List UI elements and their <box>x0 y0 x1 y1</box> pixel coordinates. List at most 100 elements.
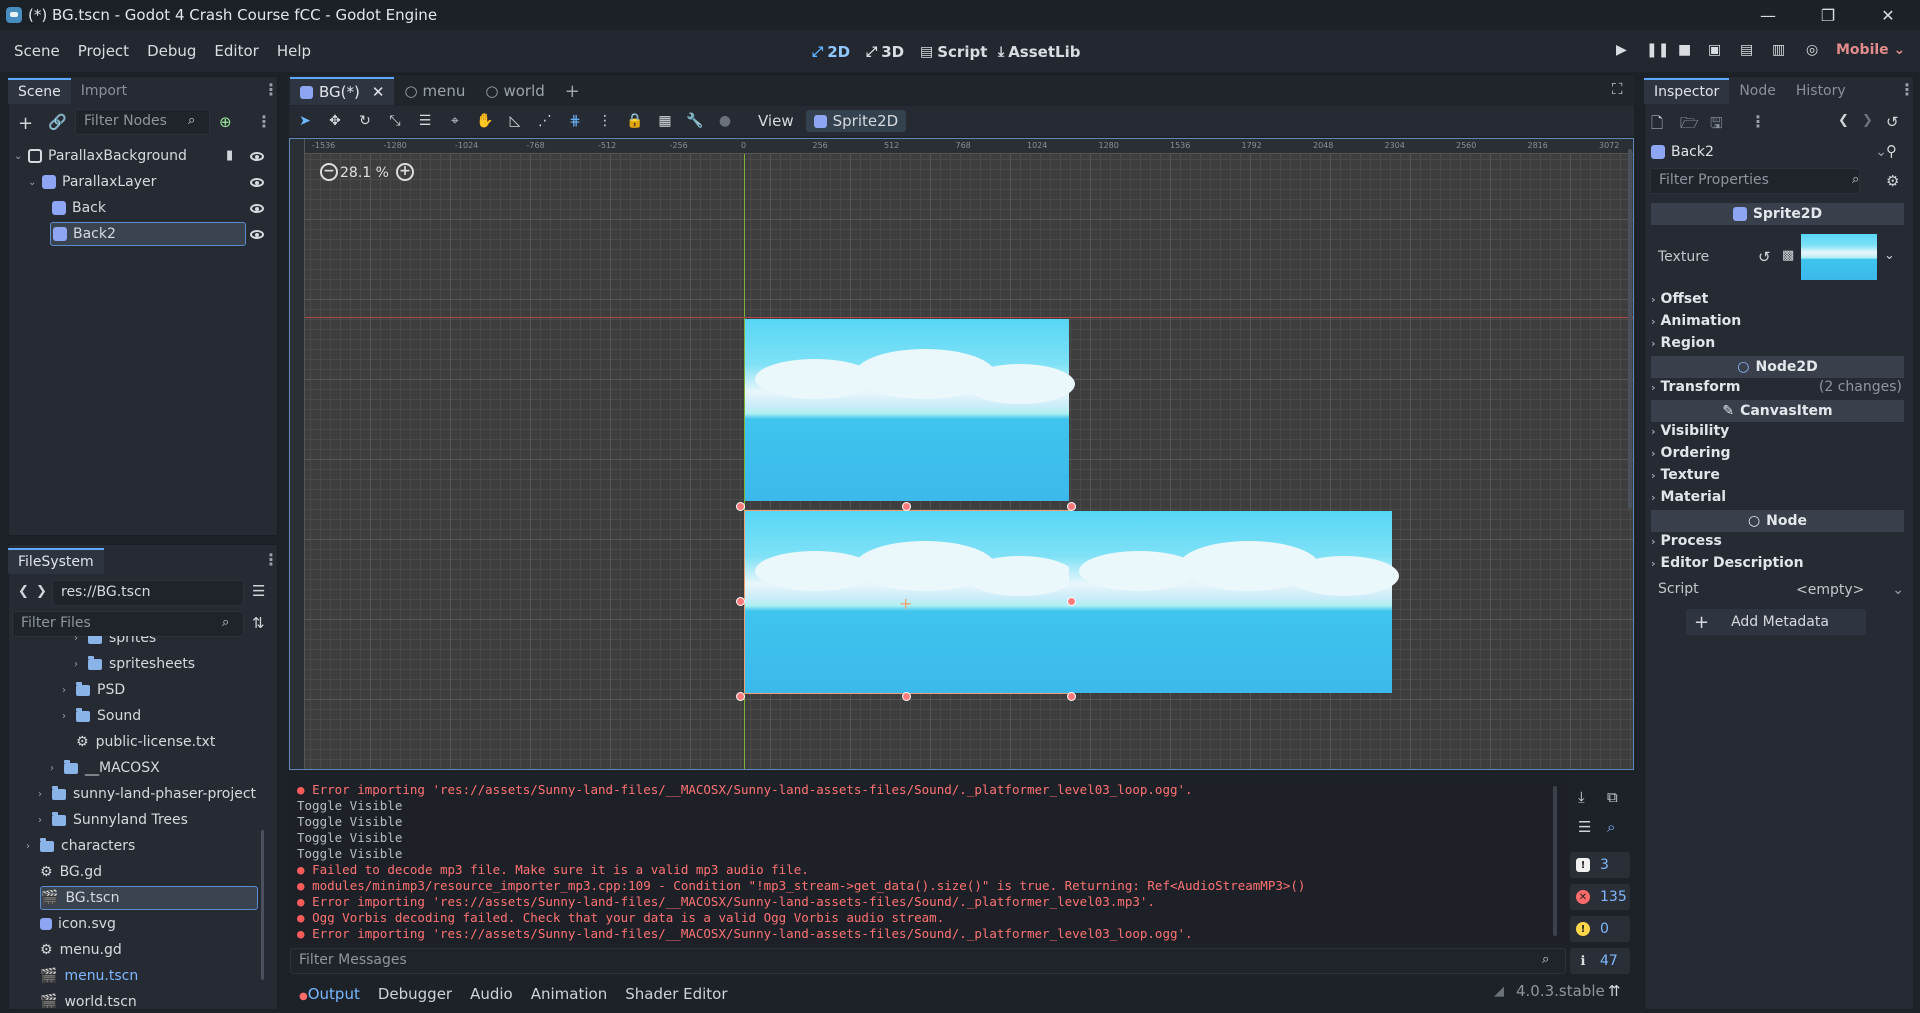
add-scene-tab-icon[interactable]: + <box>555 77 590 105</box>
tab-history[interactable]: History <box>1786 78 1856 104</box>
select-mode-icon[interactable]: ➤ <box>290 113 320 129</box>
new-resource-icon[interactable]: 🗋 <box>1651 113 1663 138</box>
fs-folder-sprites[interactable]: › sprites <box>74 636 156 650</box>
scene-tree-menu-icon[interactable]: ⋮ <box>256 112 272 131</box>
scene-tab-world[interactable]: ○ world <box>475 77 554 105</box>
play-scene-icon[interactable]: ▤ <box>1740 42 1753 58</box>
script-value-picker[interactable]: <empty> ⌄ <box>1796 578 1904 602</box>
fs-file-public-license[interactable]: ⚙ public-license.txt <box>76 730 215 754</box>
remote-debug-icon[interactable]: ▣ <box>1708 42 1721 58</box>
resize-handle[interactable] <box>736 597 745 606</box>
snap-options-icon[interactable]: ⋮ <box>590 113 620 129</box>
instance-scene-icon[interactable]: ⊕ <box>219 113 232 131</box>
minimize-button[interactable]: — <box>1740 0 1796 30</box>
object-options-icon[interactable]: ⚲ <box>1886 142 1897 160</box>
menu-scene[interactable]: Scene <box>5 42 69 60</box>
tab-scene[interactable]: Scene <box>8 78 71 104</box>
workspace-assetlib-button[interactable]: ⤓ AssetLib <box>998 36 1080 68</box>
filter-messages-input[interactable]: Filter Messages <box>290 948 1566 974</box>
scale-mode-icon[interactable]: ⤡ <box>380 113 410 129</box>
fs-file-menu-gd[interactable]: ⚙ menu.gd <box>40 938 122 962</box>
revert-icon[interactable]: ↺ <box>1758 248 1771 266</box>
toggle-split-icon[interactable]: ☰ <box>252 582 265 600</box>
tab-filesystem[interactable]: FileSystem <box>8 548 104 574</box>
back-icon[interactable]: ❮ <box>18 584 29 599</box>
tab-audio[interactable]: Audio <box>461 985 522 1003</box>
visibility-eye-icon[interactable] <box>250 178 264 187</box>
resize-handle[interactable] <box>1067 597 1076 606</box>
section-region[interactable]: › Region <box>1651 335 1715 351</box>
tab-node[interactable]: Node <box>1729 78 1786 104</box>
search-output-icon[interactable]: ⌕ <box>1607 818 1615 836</box>
camera-icon[interactable]: ● <box>710 113 740 129</box>
link-icon[interactable]: 🔗 <box>48 113 67 131</box>
zoom-out-icon[interactable]: − <box>320 163 338 181</box>
tree-node-parallaxlayer[interactable]: ⌄ ParallaxLayer <box>28 170 268 194</box>
resource-menu-icon[interactable]: ⋮ <box>1750 112 1766 131</box>
visibility-eye-icon[interactable] <box>250 152 264 161</box>
movie-maker-icon[interactable]: ◎ <box>1806 42 1818 58</box>
distraction-free-icon[interactable]: ⛶ <box>1612 80 1623 98</box>
workspace-script-button[interactable]: ▤ Script <box>920 36 987 68</box>
resize-handle[interactable] <box>1067 502 1076 511</box>
viewport-scrollbar[interactable] <box>1628 149 1632 509</box>
view-menu[interactable]: View <box>750 112 802 130</box>
fs-folder-psd[interactable]: › PSD <box>62 678 125 702</box>
canvas-viewport[interactable]: -1536 -1280 -1024 -768 -512 -256 0 256 512 768 102… <box>289 138 1634 770</box>
script-attached-icon[interactable]: ▮ <box>226 148 233 163</box>
chevron-down-icon[interactable]: ⌄ <box>1884 248 1895 263</box>
tab-debugger[interactable]: Debugger <box>369 985 461 1003</box>
scene-tab-menu[interactable]: ○ menu <box>394 77 475 105</box>
tab-output[interactable]: ●Output <box>290 985 369 1003</box>
scene-tab-bg[interactable]: BG(*) ✕ <box>290 77 395 105</box>
pause-icon[interactable]: ❚❚ <box>1646 42 1669 58</box>
fs-folder-macosx[interactable]: › __MACOSX <box>50 756 160 780</box>
output-scrollbar[interactable] <box>1553 786 1557 936</box>
fs-file-menu-tscn[interactable]: 🎬 menu.tscn <box>40 964 138 988</box>
group-icon[interactable]: ▦ <box>650 113 680 129</box>
resize-handle[interactable] <box>736 502 745 511</box>
section-visibility[interactable]: › Visibility <box>1651 423 1729 439</box>
copy-output-icon[interactable]: ⧉ <box>1607 788 1618 806</box>
history-forward-icon[interactable]: ❯ <box>1862 113 1873 128</box>
tab-animation[interactable]: Animation <box>522 985 616 1003</box>
ruler-icon[interactable]: ◺ <box>500 113 530 129</box>
section-offset[interactable]: › Offset <box>1651 291 1708 307</box>
resize-handle[interactable] <box>1067 692 1076 701</box>
tab-import[interactable]: Import <box>71 78 137 104</box>
section-transform[interactable]: › Transform (2 changes) <box>1651 379 1904 395</box>
fs-file-world-tscn[interactable]: 🎬 world.tscn <box>40 990 137 1008</box>
play-custom-scene-icon[interactable]: ▥ <box>1772 42 1785 58</box>
filter-files-input[interactable]: Filter Files <box>12 611 244 637</box>
section-material[interactable]: › Material <box>1651 489 1726 505</box>
filesystem-menu-icon[interactable]: ⋮ <box>263 550 279 569</box>
error-group-counter[interactable]: ! 3 <box>1570 852 1630 878</box>
section-editor-description[interactable]: › Editor Description <box>1651 555 1804 571</box>
tree-node-parallaxbackground[interactable]: ⌄ ParallaxBackground <box>14 144 274 168</box>
move-mode-icon[interactable]: ✥ <box>320 113 350 129</box>
lock-icon[interactable]: 🔒 <box>620 113 650 129</box>
collapse-icon[interactable]: ☰ <box>1578 818 1591 836</box>
filesystem-path-input[interactable]: res://BG.tscn <box>52 580 244 606</box>
rotate-mode-icon[interactable]: ↻ <box>350 113 380 129</box>
pivot-icon[interactable]: ⌖ <box>440 113 470 129</box>
tree-node-back[interactable]: Back <box>52 196 242 220</box>
scene-dock-menu-icon[interactable]: ⋮ <box>263 80 279 99</box>
zoom-level[interactable]: 28.1 % <box>340 165 389 181</box>
sort-icon[interactable]: ⇅ <box>252 614 265 632</box>
menu-debug[interactable]: Debug <box>138 42 205 60</box>
workspace-2d-button[interactable]: ⤢ 2D <box>812 36 850 68</box>
version-label[interactable]: 4.0.3.stable <box>1516 982 1605 1000</box>
fs-folder-characters[interactable]: › characters <box>26 834 135 858</box>
resize-handle[interactable] <box>902 692 911 701</box>
zoom-in-icon[interactable]: + <box>396 163 414 181</box>
fs-file-bg-tscn[interactable]: 🎬 BG.tscn <box>40 886 258 910</box>
skeleton-icon[interactable]: 🔧 <box>680 113 710 129</box>
close-icon[interactable]: ✕ <box>372 83 385 101</box>
expand-icon[interactable]: ⌄ <box>28 177 38 188</box>
add-metadata-button[interactable]: + Add Metadata <box>1686 609 1866 635</box>
sprite2d-menu[interactable]: Sprite2D <box>805 110 907 132</box>
filter-properties-input[interactable]: Filter Properties <box>1650 168 1860 194</box>
maximize-button[interactable]: ❐ <box>1800 0 1856 30</box>
fs-folder-spritesheets[interactable]: › spritesheets <box>74 652 195 676</box>
